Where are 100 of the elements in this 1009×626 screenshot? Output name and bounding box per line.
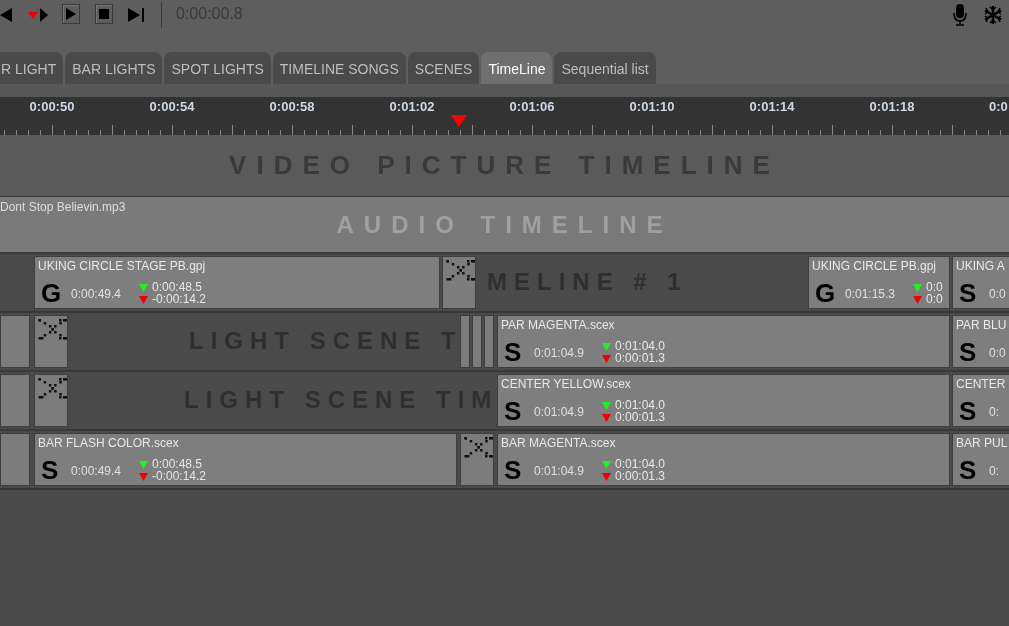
audio-file-name: Dont Stop Believin.mp3 [0,200,126,214]
tab[interactable]: BAR LIGHTS [65,52,163,84]
clip-start-time: 0:01:15.3 [845,287,896,301]
tab[interactable]: TIMELINE SONGS [272,52,406,84]
clip-type: S [41,455,59,486]
ruler-label: 0:01:14 [749,99,795,114]
fade-out-icon [139,473,148,481]
fade-out-icon [602,473,611,481]
play-button[interactable] [62,4,80,24]
ruler-label: 0:01:02 [389,99,435,114]
fade-in-icon [139,284,148,292]
clip-name: UKING A [956,259,1005,273]
fade-in-icon [139,461,148,469]
fade-in-icon [602,402,611,410]
scene-clip[interactable]: BAR PUL S 0: [952,433,1009,486]
scene-clip[interactable]: UKING A S 0:0 [952,256,1009,309]
clip-type: S [959,337,977,368]
clip-start-time: 0:0 [989,346,1006,360]
scene-clip[interactable]: BAR FLASH COLOR.scex S 0:00:49.4 0:00:48.5 -0:00:14.2 [34,433,457,486]
fade-out-time: -0:00:14.2 [152,293,207,305]
tab[interactable]: R LIGHT [0,52,64,84]
ruler-label: 0:00:50 [29,99,75,114]
fade-out-time: -0:00:14.2 [152,470,207,482]
fade-in-time: 0:01:04.0 [615,399,666,411]
clip-name: CENTER [956,377,1006,391]
ruler-label: 0:0 [989,99,1008,114]
tab[interactable]: TimeLine [481,52,553,84]
clip-name: UKING CIRCLE STAGE PB.gpj [38,259,206,273]
clip-start-time: 0:00:49.4 [71,287,122,301]
clip-type: S [959,278,977,309]
fade-out-icon [602,355,611,363]
dotted-x-icon [446,260,475,282]
fade-in-time: 0:01:04.0 [615,340,666,352]
scene-clip[interactable]: PAR MAGENTA.scex S 0:01:04.9 0:01:04.0 0:00:01.3 [497,315,950,368]
clip-type: G [815,278,836,309]
clip-type: S [959,396,977,427]
skip-end-icon[interactable] [128,8,145,22]
clip-name: PAR BLU [956,318,1007,332]
play-icon [66,8,76,20]
scene-bar[interactable] [484,315,494,368]
clip-name: PAR MAGENTA.scex [501,318,615,332]
tab[interactable]: SPOT LIGHTS [164,52,271,84]
fade-out-time: 0:00:01.3 [615,470,666,482]
clip-start-time: 0:00:49.4 [71,464,122,478]
marker-block[interactable] [34,374,68,427]
scene-clip[interactable]: UKING CIRCLE STAGE PB.gpj G 0:00:49.4 0:00:48.5 -0:00:14.2 [34,256,440,309]
fade-in-time: 0:01:04.0 [615,458,666,470]
fade-in-icon [602,461,611,469]
previous-icon[interactable] [0,8,12,22]
dotted-x-icon [38,378,67,400]
clip-type: S [504,455,522,486]
clip-type: G [41,278,62,309]
dotted-x-icon [38,319,67,341]
clip-type: S [504,396,522,427]
scene-block[interactable] [0,374,30,427]
clip-start-time: 0: [989,464,999,478]
fade-in-icon [913,284,922,292]
marker-block[interactable] [442,256,476,309]
step-icon[interactable] [28,8,48,22]
scene-clip[interactable]: BAR MAGENTA.scex S 0:01:04.9 0:01:04.0 0:00:01.3 [497,433,950,486]
scene-clip[interactable]: UKING CIRCLE PB.gpj G 0:01:15.3 0:0 0:0 [808,256,950,309]
fade-in-time: 0:00:48.5 [152,281,203,293]
ruler-label: 0:00:54 [149,99,195,114]
dotted-x-icon [464,437,493,459]
fade-out-time: 0:00:01.3 [615,411,666,423]
clip-name: CENTER YELLOW.scex [501,377,631,391]
fade-out-icon [602,414,611,422]
tab[interactable]: SCENES [407,52,480,84]
microphone-icon[interactable] [953,4,967,26]
clip-type: S [959,455,977,486]
clip-start-time: 0:0 [989,287,1006,301]
tab[interactable]: Sequential list [554,52,656,84]
clip-name: BAR MAGENTA.scex [501,436,616,450]
clip-start-time: 0:01:04.9 [534,346,585,360]
fade-out-icon [913,296,922,304]
scene-clip[interactable]: CENTER YELLOW.scex S 0:01:04.9 0:01:04.0 0:00:01.3 [497,374,950,427]
clip-start-time: 0: [989,405,999,419]
stop-button[interactable] [95,4,113,24]
playhead-icon[interactable] [451,115,467,127]
scene-bar[interactable] [472,315,482,368]
fade-in-icon [602,343,611,351]
marker-block[interactable] [34,315,68,368]
clip-start-time: 0:01:04.9 [534,464,585,478]
clip-name: BAR FLASH COLOR.scex [38,436,179,450]
scene-clip[interactable]: PAR BLU S 0:0 [952,315,1009,368]
marker-block[interactable] [460,433,494,486]
fade-out-time: 0:0 [926,293,943,305]
ruler-label: 0:01:10 [629,99,675,114]
clip-name: BAR PUL [956,436,1008,450]
fade-out-time: 0:00:01.3 [615,352,666,364]
scene-bar[interactable] [460,315,470,368]
clip-name: UKING CIRCLE PB.gpj [812,259,937,273]
ruler-label: 0:01:06 [509,99,555,114]
fade-out-icon [139,296,148,304]
scene-clip[interactable]: CENTER S 0: [952,374,1009,427]
fade-in-time: 0:0 [926,281,943,293]
scene-block[interactable] [0,315,30,368]
snowflake-icon[interactable] [983,5,1003,25]
scene-block[interactable] [0,433,30,486]
time-ruler[interactable]: 0:00:50 0:00:54 0:00:58 0:01:02 0:01:06 0:01:10 0:01:14 0:01:18 0:0 [0,97,1009,135]
